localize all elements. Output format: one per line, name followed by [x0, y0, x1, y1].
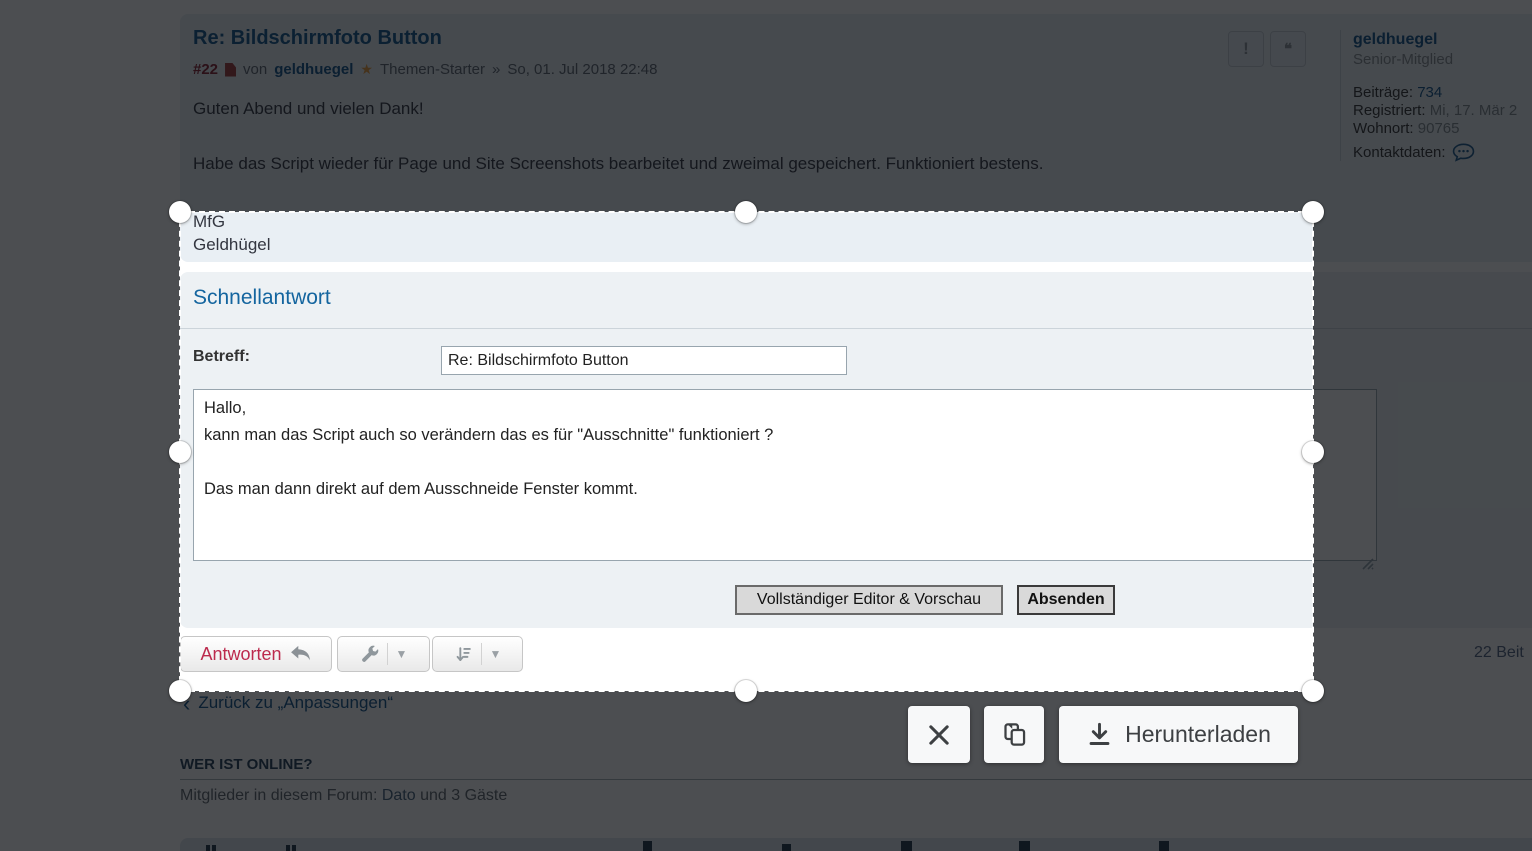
overlay-shade-top	[0, 0, 1532, 212]
selection-handle-bottom-center[interactable]	[735, 680, 757, 702]
download-icon	[1086, 721, 1113, 748]
download-screenshot-button[interactable]: Herunterladen	[1059, 706, 1298, 763]
cancel-screenshot-button[interactable]	[908, 706, 970, 763]
selection-handle-top-right[interactable]	[1302, 201, 1324, 223]
selection-handle-middle-right[interactable]	[1302, 441, 1324, 463]
copy-screenshot-button[interactable]	[984, 706, 1044, 763]
selection-handle-top-center[interactable]	[735, 201, 757, 223]
overlay-shade-right	[1313, 212, 1532, 691]
selection-handle-top-left[interactable]	[169, 201, 191, 223]
forum-page-with-screenshot-overlay: Re: Bildschirmfoto Button #22 von geldhu…	[0, 0, 1532, 851]
overlay-shade-left	[0, 212, 180, 691]
download-button-label: Herunterladen	[1125, 721, 1271, 748]
overlay-shade-bottom	[0, 691, 1532, 851]
selection-handle-bottom-left[interactable]	[169, 680, 191, 702]
copy-icon	[1001, 721, 1028, 748]
screenshot-selection-region[interactable]	[179, 211, 1314, 692]
selection-handle-bottom-right[interactable]	[1302, 680, 1324, 702]
close-icon	[925, 721, 953, 749]
selection-handle-middle-left[interactable]	[169, 441, 191, 463]
